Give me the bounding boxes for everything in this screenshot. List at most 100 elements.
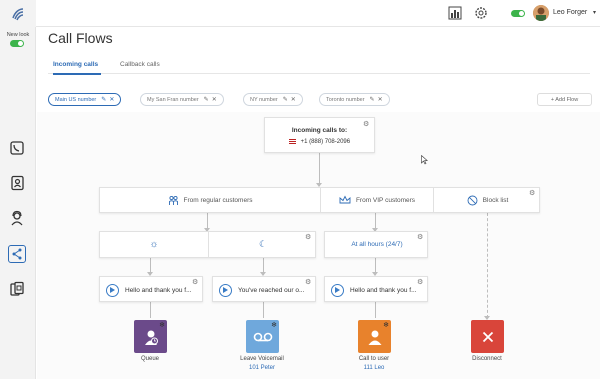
flow-chip-main-us[interactable]: Main US number ✎ ✕ — [48, 93, 122, 106]
top-bar: Leo Forger ▾ — [0, 0, 600, 27]
gear-icon[interactable]: ⚙ — [529, 190, 536, 197]
settings-icon[interactable] — [474, 6, 488, 20]
action-disconnect[interactable] — [471, 320, 504, 353]
user-name[interactable]: Leo Forger — [553, 9, 587, 16]
schedule-all-hours-card[interactable]: At all hours (24/7) ⚙ — [324, 231, 428, 258]
flow-chip-label: My San Fran number — [147, 96, 199, 103]
gear-icon[interactable]: ⚙ — [363, 121, 370, 128]
incoming-calls-title: Incoming calls to: — [291, 127, 348, 134]
queue-icon — [144, 330, 158, 345]
tab-incoming-calls[interactable]: Incoming calls — [53, 61, 98, 68]
gear-icon[interactable]: ⚙ — [417, 279, 424, 286]
sun-icon: ☼ — [149, 239, 159, 250]
close-icon — [482, 331, 493, 342]
flow-chip-ny[interactable]: NY number ✎ ✕ — [243, 93, 303, 106]
play-icon[interactable] — [331, 283, 344, 297]
sidebar-item-calls[interactable] — [8, 139, 26, 157]
play-icon[interactable] — [106, 283, 119, 297]
avatar[interactable] — [533, 5, 549, 21]
moon-icon: ☾ — [258, 239, 268, 249]
route-label: Block list — [482, 196, 509, 204]
add-flow-button[interactable]: + Add Flow — [537, 93, 592, 106]
action-voicemail[interactable]: ❄ — [246, 320, 279, 353]
block-icon — [467, 195, 478, 205]
schedule-day[interactable]: ☼ — [100, 232, 208, 257]
tab-callback-calls[interactable]: Callback calls — [120, 61, 160, 68]
prompt-text: Hello and thank you f... — [350, 286, 417, 294]
call-flow-icon — [12, 248, 22, 260]
action-call-to-user[interactable]: ❄ — [358, 320, 391, 353]
phone-number: +1 (888) 708-2096 — [300, 139, 351, 146]
connector — [150, 302, 151, 318]
route-label: From regular customers — [183, 196, 253, 204]
sim-card-icon — [10, 281, 24, 296]
sidebar-item-agents[interactable] — [8, 209, 26, 227]
prompt-card[interactable]: Hello and thank you f... ⚙ — [99, 276, 203, 302]
pencil-icon[interactable]: ✎ — [204, 96, 209, 103]
close-icon[interactable]: ✕ — [212, 96, 217, 103]
sidebar-item-call-flows[interactable] — [8, 245, 26, 263]
snowflake-icon: ❄ — [271, 322, 277, 329]
action-label: Queue — [140, 356, 159, 362]
logo-icon — [12, 7, 24, 20]
sidebar-item-contacts[interactable] — [8, 174, 26, 192]
connector — [375, 302, 376, 318]
flow-chip-san-fran[interactable]: My San Fran number ✎ ✕ — [140, 93, 224, 106]
status-toggle[interactable] — [511, 10, 525, 17]
pencil-icon[interactable]: ✎ — [101, 96, 106, 103]
active-tab-indicator — [53, 73, 101, 75]
snowflake-icon: ❄ — [159, 322, 165, 329]
connector-dashed — [487, 213, 488, 318]
action-sub[interactable]: 111 Leo — [334, 365, 414, 371]
route-regular-customers[interactable]: From regular customers — [100, 188, 320, 212]
analytics-icon[interactable] — [448, 6, 462, 20]
tabs-bar: Incoming calls Callback calls — [48, 57, 590, 75]
prompt-content: Hello and thank you f... — [325, 277, 421, 303]
us-flag-icon — [288, 139, 296, 144]
new-look-toggle[interactable] — [10, 40, 24, 47]
schedule-card: ☼ ☾ ⚙ — [99, 231, 316, 258]
headset-user-icon — [11, 210, 23, 226]
action-queue[interactable]: ❄ — [134, 320, 167, 353]
page-title: Call Flows — [48, 30, 113, 46]
prompt-text: Hello and thank you f... — [125, 286, 192, 294]
flow-chip-toronto[interactable]: Toronto number ✎ ✕ — [319, 93, 390, 106]
gear-icon[interactable]: ⚙ — [305, 234, 312, 241]
app-logo[interactable] — [0, 0, 36, 27]
prompt-card[interactable]: You've reached our o... ⚙ — [212, 276, 316, 302]
gear-icon[interactable]: ⚙ — [305, 279, 312, 286]
chevron-down-icon[interactable]: ▾ — [593, 9, 596, 16]
prompt-content: You've reached our o... — [213, 277, 309, 303]
route-block-list[interactable]: Block list — [434, 188, 541, 212]
gear-icon[interactable]: ⚙ — [417, 234, 424, 241]
contacts-icon — [11, 175, 24, 191]
user-icon — [368, 330, 381, 345]
schedule-night[interactable]: ☾ — [209, 232, 317, 257]
pencil-icon[interactable]: ✎ — [283, 96, 288, 103]
phone-book-icon — [10, 141, 24, 155]
close-icon[interactable]: ✕ — [291, 96, 296, 103]
prompt-text: You've reached our o... — [238, 286, 305, 294]
voicemail-icon — [253, 332, 272, 341]
snowflake-icon: ❄ — [383, 322, 389, 329]
action-sub[interactable]: 101 Peter — [222, 365, 302, 371]
pencil-icon[interactable]: ✎ — [370, 96, 375, 103]
cursor-icon — [421, 155, 428, 165]
connector — [263, 302, 264, 318]
incoming-calls-card[interactable]: Incoming calls to: +1 (888) 708-2096 ⚙ — [264, 117, 375, 153]
route-vip-customers[interactable]: From VIP customers — [321, 188, 433, 212]
action-label: Disconnect — [472, 356, 502, 362]
new-look-label: New look — [6, 32, 30, 38]
connector — [319, 153, 320, 186]
close-icon[interactable]: ✕ — [109, 96, 114, 103]
gear-icon[interactable]: ⚙ — [192, 279, 199, 286]
people-icon — [168, 195, 178, 205]
sidebar-item-numbers[interactable] — [8, 280, 26, 298]
prompt-content: Hello and thank you f... — [100, 277, 196, 303]
route-label: From VIP customers — [355, 196, 416, 204]
flow-chip-label: Main US number — [55, 96, 97, 103]
prompt-card[interactable]: Hello and thank you f... ⚙ — [324, 276, 428, 302]
flow-chip-label: Toronto number — [326, 96, 365, 103]
play-icon[interactable] — [219, 283, 232, 297]
close-icon[interactable]: ✕ — [378, 96, 383, 103]
